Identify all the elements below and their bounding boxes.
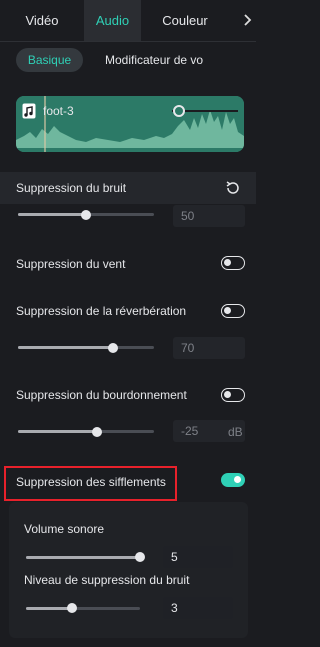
reduction-slider-fill (26, 607, 72, 610)
tab-audio[interactable]: Audio (84, 0, 141, 42)
clip-volume-handle[interactable] (173, 105, 185, 117)
reset-icon[interactable] (225, 180, 241, 196)
chevron-right-icon[interactable] (240, 12, 256, 28)
hum-toggle[interactable] (221, 388, 245, 402)
reverb-slider-handle[interactable] (108, 343, 118, 353)
tab-video[interactable]: Vidéo (0, 0, 84, 42)
hiss-label: Suppression des sifflements (16, 475, 166, 489)
volume-label: Volume sonore (24, 522, 105, 536)
volume-slider-handle[interactable] (135, 552, 145, 562)
noise-section-title: Suppression du bruit (16, 181, 127, 195)
hiss-toggle[interactable] (221, 473, 245, 487)
hum-unit: dB (228, 425, 243, 439)
reverb-slider-fill (18, 346, 113, 349)
hum-value: -25 (181, 424, 199, 438)
tab-color[interactable]: Couleur (141, 0, 229, 42)
wind-toggle[interactable] (221, 256, 245, 270)
noise-slider-handle[interactable] (81, 210, 91, 220)
hum-slider-fill (18, 430, 97, 433)
reverb-value-field[interactable]: 70 (173, 337, 245, 359)
noise-value-field[interactable]: 50 (173, 205, 245, 227)
tab-divider (0, 41, 256, 42)
wind-label: Suppression du vent (16, 257, 126, 271)
reduction-slider-handle[interactable] (67, 603, 77, 613)
subtab-voice-changer[interactable]: Modificateur de vo (105, 48, 208, 72)
volume-slider-fill (26, 556, 140, 559)
subtab-basic[interactable]: Basique (16, 48, 83, 72)
reduction-value-field[interactable]: 3 (163, 597, 233, 619)
reverb-label: Suppression de la réverbération (16, 304, 187, 318)
reduction-label: Niveau de suppression du bruit (24, 573, 190, 587)
clip-name: foot-3 (43, 104, 74, 118)
hum-slider-handle[interactable] (92, 427, 102, 437)
hum-label: Suppression du bourdonnement (16, 388, 187, 402)
volume-value-field[interactable]: 5 (163, 546, 233, 568)
music-note-icon (22, 103, 36, 119)
reverb-toggle[interactable] (221, 304, 245, 318)
noise-slider-fill (18, 213, 86, 216)
